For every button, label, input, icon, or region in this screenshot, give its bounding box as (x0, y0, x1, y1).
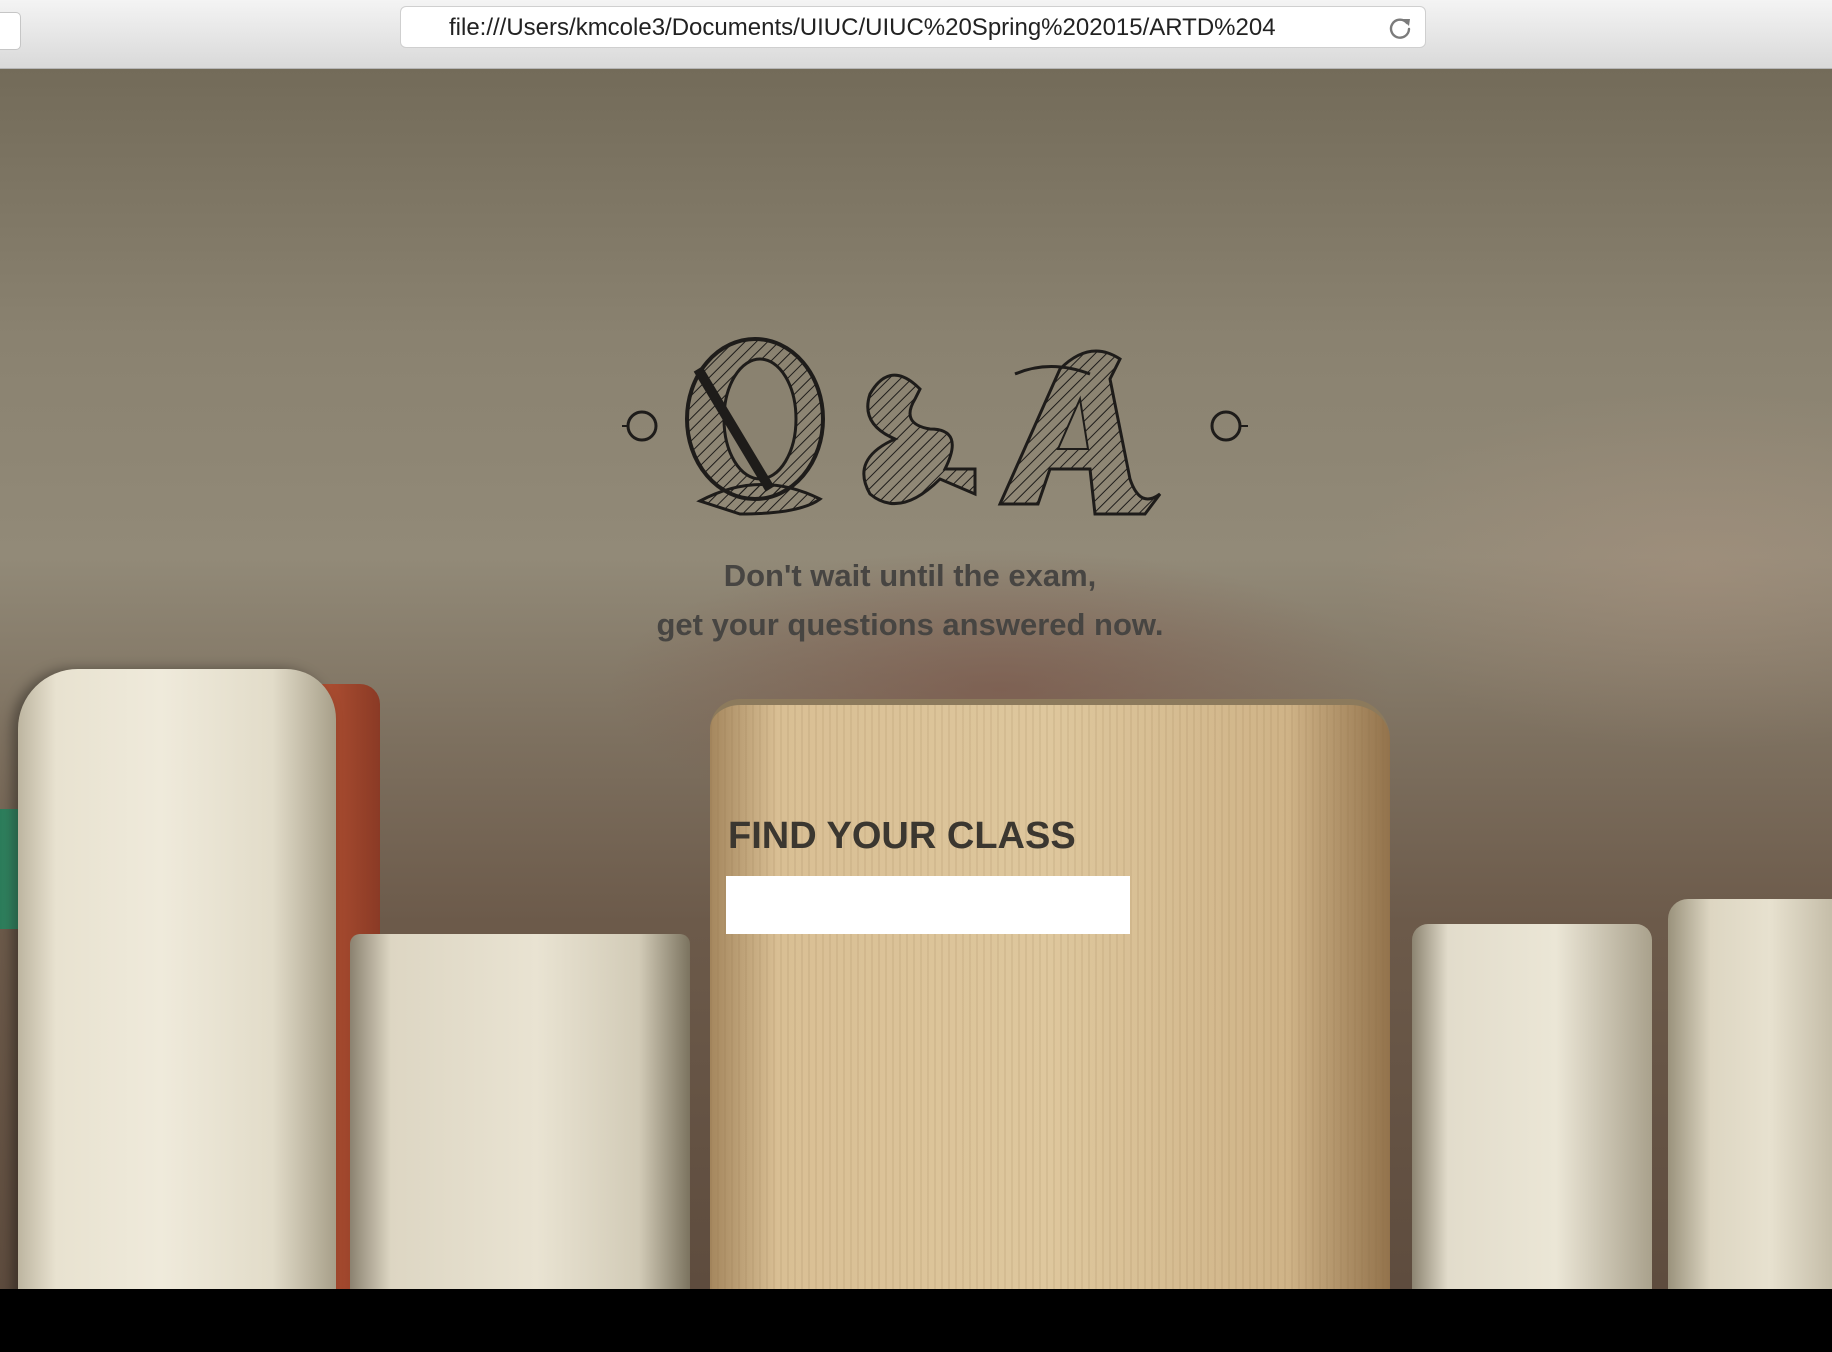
logo-letter-q (685, 337, 825, 516)
background-book (18, 669, 336, 1289)
background-book (1668, 899, 1832, 1289)
background-book (1412, 924, 1652, 1289)
class-search-input[interactable] (726, 876, 1130, 934)
browser-toolbar: file:///Users/kmcole3/Documents/UIUC/UIU… (0, 0, 1832, 69)
address-bar-url[interactable]: file:///Users/kmcole3/Documents/UIUC/UIU… (449, 7, 1367, 49)
bottom-bar (0, 1289, 1832, 1352)
background-book (350, 934, 690, 1289)
qa-logo (622, 337, 1248, 516)
address-bar[interactable]: file:///Users/kmcole3/Documents/UIUC/UIU… (400, 6, 1426, 48)
find-class-label: FIND YOUR CLASS (728, 815, 1076, 857)
toolbar-left-button[interactable] (0, 12, 21, 50)
tagline-line-2: get your questions answered now. (656, 607, 1164, 642)
logo-letter-a (997, 349, 1162, 516)
page-content: Don't wait until the exam, get your ques… (0, 69, 1832, 1289)
reload-icon[interactable] (1387, 15, 1413, 41)
logo-ampersand (862, 373, 977, 506)
background-book (710, 699, 1390, 1289)
tagline: Don't wait until the exam, get your ques… (560, 551, 1260, 649)
url-fade (1331, 7, 1371, 47)
tagline-line-1: Don't wait until the exam, (723, 558, 1097, 593)
